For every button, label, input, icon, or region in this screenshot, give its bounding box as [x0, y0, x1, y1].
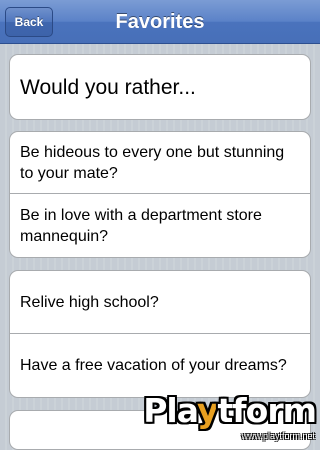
- watermark-logo: Playtform: [143, 391, 317, 430]
- question-header: Would you rather...: [20, 75, 196, 99]
- page-title: Favorites: [115, 11, 205, 33]
- watermark-url: www.playtform.net: [241, 431, 315, 441]
- list-item[interactable]: Be hideous to every one but stunning to …: [10, 132, 310, 194]
- favorites-group-1: Be hideous to every one but stunning to …: [9, 131, 311, 258]
- favorites-group-2: Relive high school? Have a free vacation…: [9, 270, 311, 398]
- header-group: Would you rather...: [9, 54, 311, 120]
- list-item[interactable]: Relive high school?: [10, 271, 310, 334]
- navigation-bar: Back Favorites: [0, 0, 320, 44]
- list-item[interactable]: Be in love with a department store manne…: [10, 194, 310, 257]
- watermark: Playtform www.playtform.net: [143, 380, 320, 442]
